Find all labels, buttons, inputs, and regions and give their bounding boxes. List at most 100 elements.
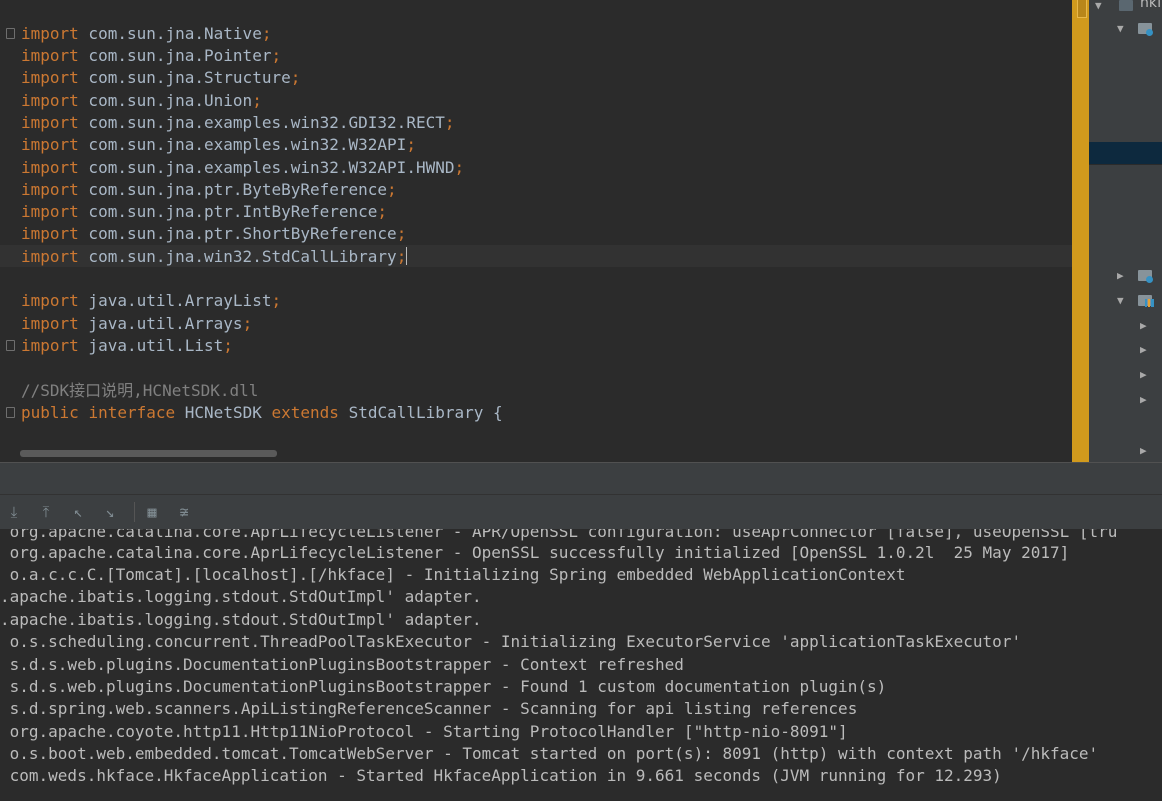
scroll-to-end-icon[interactable]: ↘ <box>101 503 119 521</box>
code-line[interactable]: import com.sun.jna.examples.win32.GDI32.… <box>21 112 454 134</box>
import-icon[interactable]: ⤓ <box>5 503 23 521</box>
tree-item-folder[interactable]: ▶ <box>1089 265 1162 287</box>
import-path: com.sun.jna.Structure <box>78 68 291 87</box>
import-path: com.sun.jna.ptr.IntByReference <box>78 202 378 221</box>
tree-item[interactable]: ▶ <box>1089 339 1162 361</box>
fold-marker-icon[interactable] <box>6 407 15 418</box>
log-line: org.apache.coyote.http11.Http11NioProtoc… <box>0 722 848 741</box>
tree-item[interactable]: ▶ <box>1089 440 1162 462</box>
gear-icon <box>1146 29 1153 36</box>
toolbar-separator <box>134 502 135 522</box>
semicolon: ; <box>271 291 282 310</box>
restore-icon[interactable]: ↖ <box>69 503 87 521</box>
import-path: com.sun.jna.Native <box>78 24 262 43</box>
code-line[interactable]: public interface HCNetSDK extends StdCal… <box>21 402 503 424</box>
code-line[interactable]: import com.sun.jna.win32.StdCallLibrary; <box>21 246 408 268</box>
keyword: import <box>21 135 79 154</box>
keyword: public <box>21 403 79 422</box>
panel-divider[interactable] <box>0 462 1162 494</box>
semicolon: ; <box>454 158 465 177</box>
tree-item[interactable]: ▶ <box>1089 315 1162 337</box>
scrollbar-thumb[interactable] <box>1077 0 1087 18</box>
code-line[interactable]: import java.util.ArrayList; <box>21 290 281 312</box>
semicolon: ; <box>242 314 253 333</box>
print-icon[interactable]: ▦ <box>143 503 161 521</box>
chevron-down-icon[interactable]: ▼ <box>1095 0 1102 12</box>
semicolon: ; <box>396 224 407 243</box>
tree-item-folder[interactable]: ▼ <box>1089 18 1162 40</box>
tree-item[interactable]: ▶ <box>1089 364 1162 386</box>
code-comment[interactable]: //SDK接口说明,HCNetSDK.dll <box>21 380 258 402</box>
code-line[interactable]: import com.sun.jna.ptr.ByteByReference; <box>21 179 397 201</box>
log-line: o.s.scheduling.concurrent.ThreadPoolTask… <box>0 632 1022 651</box>
keyword: import <box>21 113 79 132</box>
log-line: s.d.spring.web.scanners.ApiListingRefere… <box>0 699 858 718</box>
code-editor[interactable]: import com.sun.jna.Native; import com.su… <box>0 0 1072 462</box>
semicolon: ; <box>444 113 455 132</box>
code-line[interactable]: import com.sun.jna.ptr.ShortByReference; <box>21 223 406 245</box>
chevron-right-icon[interactable]: ▶ <box>1140 393 1147 406</box>
keyword: import <box>21 336 79 355</box>
keyword: import <box>21 180 79 199</box>
log-line: o.a.c.c.C.[Tomcat].[localhost].[/hkface]… <box>0 565 906 584</box>
soft-wrap-icon[interactable]: ≆ <box>175 503 193 521</box>
fold-marker-icon[interactable] <box>6 340 15 351</box>
log-line: org.apache.catalina.core.AprLifecycleLis… <box>0 529 1118 541</box>
import-path: com.sun.jna.ptr.ShortByReference <box>78 224 397 243</box>
import-path: com.sun.jna.Pointer <box>78 46 272 65</box>
project-panel[interactable]: ▼ hkf ▼ ▶ ▼ ▶ ▶ ▶ ▶ ▶ <box>1089 0 1162 462</box>
log-line: com.weds.hkface.HkfaceApplication - Star… <box>0 766 1002 785</box>
selected-tree-row[interactable] <box>1089 142 1162 164</box>
chevron-right-icon[interactable]: ▶ <box>1140 444 1147 457</box>
module-icon <box>1119 0 1133 11</box>
code-line[interactable]: import java.util.Arrays; <box>21 313 252 335</box>
tree-item-root[interactable]: ▼ hkf <box>1089 0 1162 17</box>
keyword: import <box>21 314 79 333</box>
semicolon: ; <box>252 91 262 110</box>
text-caret <box>406 247 408 265</box>
code-line[interactable]: import com.sun.jna.examples.win32.W32API… <box>21 157 464 179</box>
interface-name: HCNetSDK <box>184 403 262 422</box>
keyword: extends <box>271 403 339 422</box>
import-path: java.util.ArrayList <box>78 291 272 310</box>
log-line: org.apache.catalina.core.AprLifecycleLis… <box>0 543 1070 562</box>
code-line[interactable]: import com.sun.jna.Structure; <box>21 67 300 89</box>
log-line: .apache.ibatis.logging.stdout.StdOutImpl… <box>0 587 482 606</box>
run-console[interactable]: org.apache.catalina.core.AprLifecycleLis… <box>0 529 1162 801</box>
keyword: import <box>21 247 79 266</box>
chevron-right-icon[interactable]: ▶ <box>1140 319 1147 332</box>
keyword: import <box>21 68 79 87</box>
export-icon[interactable]: ⤒ <box>37 503 55 521</box>
fold-marker-icon[interactable] <box>6 28 15 39</box>
import-path: com.sun.jna.ptr.ByteByReference <box>78 180 388 199</box>
gear-icon <box>1146 276 1153 283</box>
log-line: s.d.s.web.plugins.DocumentationPluginsBo… <box>0 677 887 696</box>
console-toolbar: ⤓ ⤒ ↖ ↘ ▦ ≆ <box>0 494 1162 529</box>
horizontal-scrollbar[interactable] <box>20 450 277 457</box>
chevron-right-icon[interactable]: ▶ <box>1140 368 1147 381</box>
import-path: com.sun.jna.win32.StdCallLibrary <box>78 247 397 266</box>
semicolon: ; <box>261 24 272 43</box>
code-line[interactable]: import com.sun.jna.ptr.IntByReference; <box>21 201 387 223</box>
semicolon: ; <box>290 68 301 87</box>
chevron-right-icon[interactable]: ▶ <box>1117 269 1124 282</box>
semicolon: ; <box>223 336 233 355</box>
chevron-down-icon[interactable]: ▼ <box>1117 22 1124 35</box>
code-line[interactable]: import com.sun.jna.Native; <box>21 23 271 45</box>
code-line[interactable]: import com.sun.jna.examples.win32.W32API… <box>21 134 416 156</box>
tree-item-label: hkf <box>1140 0 1162 11</box>
code-line[interactable]: import java.util.List; <box>21 335 233 357</box>
log-line: s.d.s.web.plugins.DocumentationPluginsBo… <box>0 655 684 674</box>
chevron-down-icon[interactable]: ▼ <box>1117 294 1124 307</box>
tree-item[interactable]: ▶ <box>1089 389 1162 411</box>
import-path: com.sun.jna.examples.win32.GDI32.RECT <box>78 113 445 132</box>
keyword: import <box>21 91 79 110</box>
divider <box>1089 164 1162 165</box>
code-line[interactable]: import com.sun.jna.Union; <box>21 90 262 112</box>
chevron-right-icon[interactable]: ▶ <box>1140 343 1147 356</box>
error-stripe[interactable] <box>1072 0 1089 462</box>
log-line: o.s.boot.web.embedded.tomcat.TomcatWebSe… <box>0 744 1099 763</box>
resources-icon <box>1145 299 1154 307</box>
tree-item-folder[interactable]: ▼ <box>1089 290 1162 312</box>
code-line[interactable]: import com.sun.jna.Pointer; <box>21 45 281 67</box>
